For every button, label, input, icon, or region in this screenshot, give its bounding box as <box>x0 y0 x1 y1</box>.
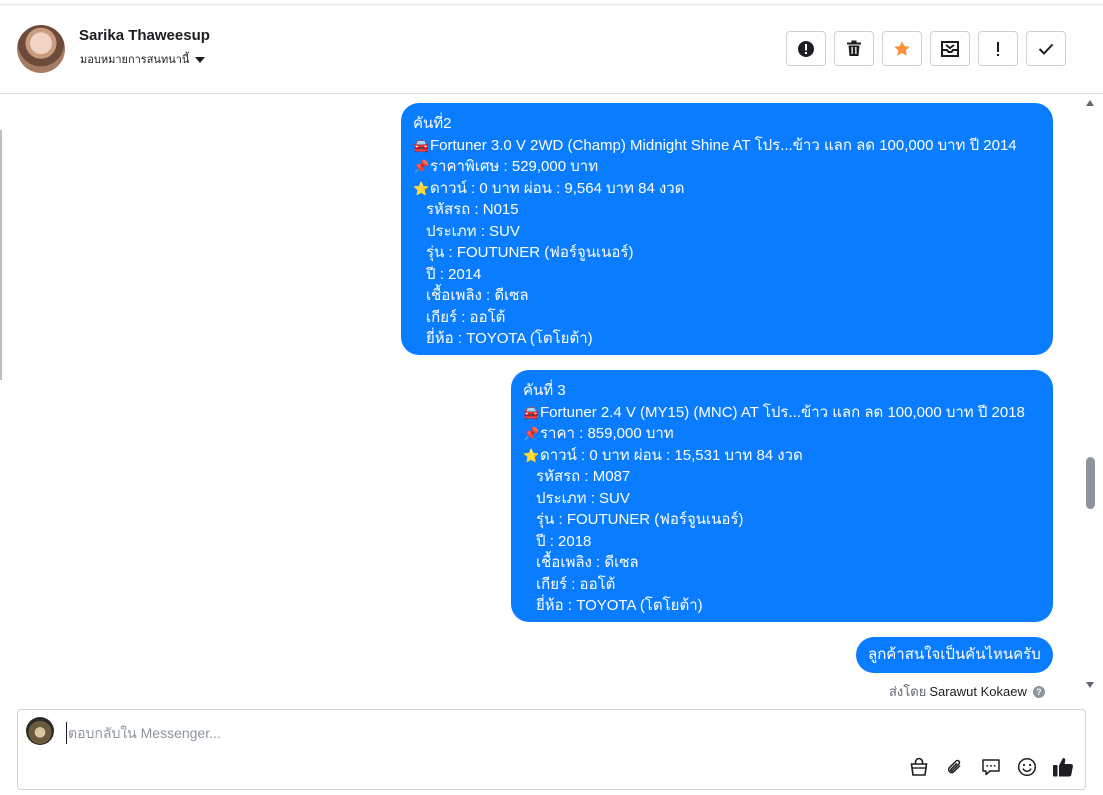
conversation-header: Sarika Thaweesup มอบหมายการสนทนานี้ <box>0 5 1103 94</box>
composer-actions <box>908 756 1074 778</box>
price-line: 📌ราคา : 859,000 บาท <box>523 423 1041 445</box>
star-button[interactable] <box>882 31 922 66</box>
price-text: ราคาพิเศษ : 529,000 บาท <box>430 158 599 175</box>
detail-line: ปี : 2018 <box>536 532 592 550</box>
trash-icon <box>847 40 861 56</box>
detail-line: รุ่น : FOUTUNER (ฟอร์จูนเนอร์) <box>426 244 634 261</box>
message-title: คันที่ 3 <box>523 382 566 399</box>
star-icon: ⭐ <box>413 180 430 196</box>
exclamation-icon <box>997 41 999 56</box>
detail-line: เกียร์ : ออโต้ <box>426 308 506 326</box>
assign-label: มอบหมายการสนทนานี้ <box>80 54 190 66</box>
down-payment-text: ดาวน์ : 0 บาท ผ่อน : 15,531 บาท 84 งวด <box>540 446 803 464</box>
messenger-conversation-panel: Sarika Thaweesup มอบหมายการสนทนานี้ คันท… <box>0 0 1103 795</box>
car-model-line: 🚘Fortuner 3.0 V 2WD (Champ) Midnight Shi… <box>413 135 1041 157</box>
car-model-line: 🚘Fortuner 2.4 V (MY15) (MNC) AT โปร...ข้… <box>523 402 1041 424</box>
thumbs-up-icon[interactable] <box>1052 756 1074 778</box>
delete-button[interactable] <box>834 31 874 66</box>
archive-button[interactable] <box>930 31 970 66</box>
detail-line: เชื้อเพลิง : ดีเซล <box>426 287 529 304</box>
star-icon <box>894 40 910 56</box>
paperclip-icon[interactable] <box>944 756 966 778</box>
message-bubble-car-3[interactable]: คันที่ 3 🚘Fortuner 2.4 V (MY15) (MNC) AT… <box>511 370 1053 622</box>
inbox-archive-icon <box>941 40 959 57</box>
detail-line: ยี่ห้อ : TOYOTA (โตโยต้า) <box>426 330 593 347</box>
left-panel-edge <box>0 130 2 380</box>
pin-icon: 📌 <box>413 159 430 174</box>
page-avatar <box>26 717 54 745</box>
scroll-up-arrow-icon[interactable] <box>1086 100 1094 106</box>
chevron-down-icon <box>195 56 206 63</box>
detail-line: เกียร์ : ออโต้ <box>536 575 616 593</box>
detail-line: รหัสรถ : M087 <box>536 468 631 485</box>
star-icon: ⭐ <box>523 447 540 463</box>
detail-line: รุ่น : FOUTUNER (ฟอร์จูนเนอร์) <box>536 511 744 528</box>
detail-line: ยี่ห้อ : TOYOTA (โตโยต้า) <box>536 597 703 614</box>
detail-line: ปี : 2014 <box>426 265 482 283</box>
reply-input[interactable] <box>66 722 966 744</box>
detail-line: เชื้อเพลิง : ดีเซล <box>536 554 639 571</box>
detail-line: รหัสรถ : N015 <box>426 201 519 218</box>
alert-circle-icon <box>798 40 814 57</box>
check-icon <box>1038 43 1054 55</box>
message-bubble-car-2[interactable]: คันที่2 🚘Fortuner 3.0 V 2WD (Champ) Midn… <box>401 103 1053 355</box>
scrollbar-thumb[interactable] <box>1086 457 1095 509</box>
scroll-down-arrow-icon[interactable] <box>1086 682 1094 688</box>
down-payment-line: ⭐ดาวน์ : 0 บาท ผ่อน : 9,564 บาท 84 งวด <box>413 178 1041 200</box>
message-text: ลูกค้าสนใจเป็นคันไหนครับ <box>868 646 1041 663</box>
detail-line: ประเภท : SUV <box>536 489 630 507</box>
follow-up-button[interactable] <box>978 31 1018 66</box>
done-button[interactable] <box>1026 31 1066 66</box>
price-line: 📌ราคาพิเศษ : 529,000 บาท <box>413 156 1041 178</box>
message-bubble-question[interactable]: ลูกค้าสนใจเป็นคันไหนครับ <box>856 637 1053 673</box>
saved-reply-icon[interactable] <box>980 756 1002 778</box>
sender-name: Sarawut Kokaew <box>929 684 1027 699</box>
reply-composer <box>17 709 1086 790</box>
conversation-toolbar <box>786 31 1066 66</box>
car-icon: 🚘 <box>523 404 540 420</box>
car-model-text: Fortuner 3.0 V 2WD (Champ) Midnight Shin… <box>430 136 1017 154</box>
spam-button[interactable] <box>786 31 826 66</box>
down-payment-text: ดาวน์ : 0 บาท ผ่อน : 9,564 บาท 84 งวด <box>430 179 685 197</box>
car-model-text: Fortuner 2.4 V (MY15) (MNC) AT โปร...ข้า… <box>540 403 1025 421</box>
contact-name[interactable]: Sarika Thaweesup <box>79 27 210 44</box>
price-text: ราคา : 859,000 บาท <box>540 425 674 442</box>
emoji-icon[interactable] <box>1016 756 1038 778</box>
pin-icon: 📌 <box>523 426 540 441</box>
car-icon: 🚘 <box>413 137 430 153</box>
detail-line: ประเภท : SUV <box>426 222 520 240</box>
sent-by-label: ส่งโดย <box>889 684 927 699</box>
sent-by-info: ส่งโดย Sarawut Kokaew ? <box>889 681 1045 702</box>
shopping-bag-icon[interactable] <box>908 756 930 778</box>
down-payment-line: ⭐ดาวน์ : 0 บาท ผ่อน : 15,531 บาท 84 งวด <box>523 445 1041 467</box>
message-title: คันที่2 <box>413 115 452 132</box>
help-icon[interactable]: ? <box>1032 685 1045 698</box>
contact-avatar[interactable] <box>17 25 65 73</box>
assign-conversation-dropdown[interactable]: มอบหมายการสนทนานี้ <box>80 50 206 68</box>
